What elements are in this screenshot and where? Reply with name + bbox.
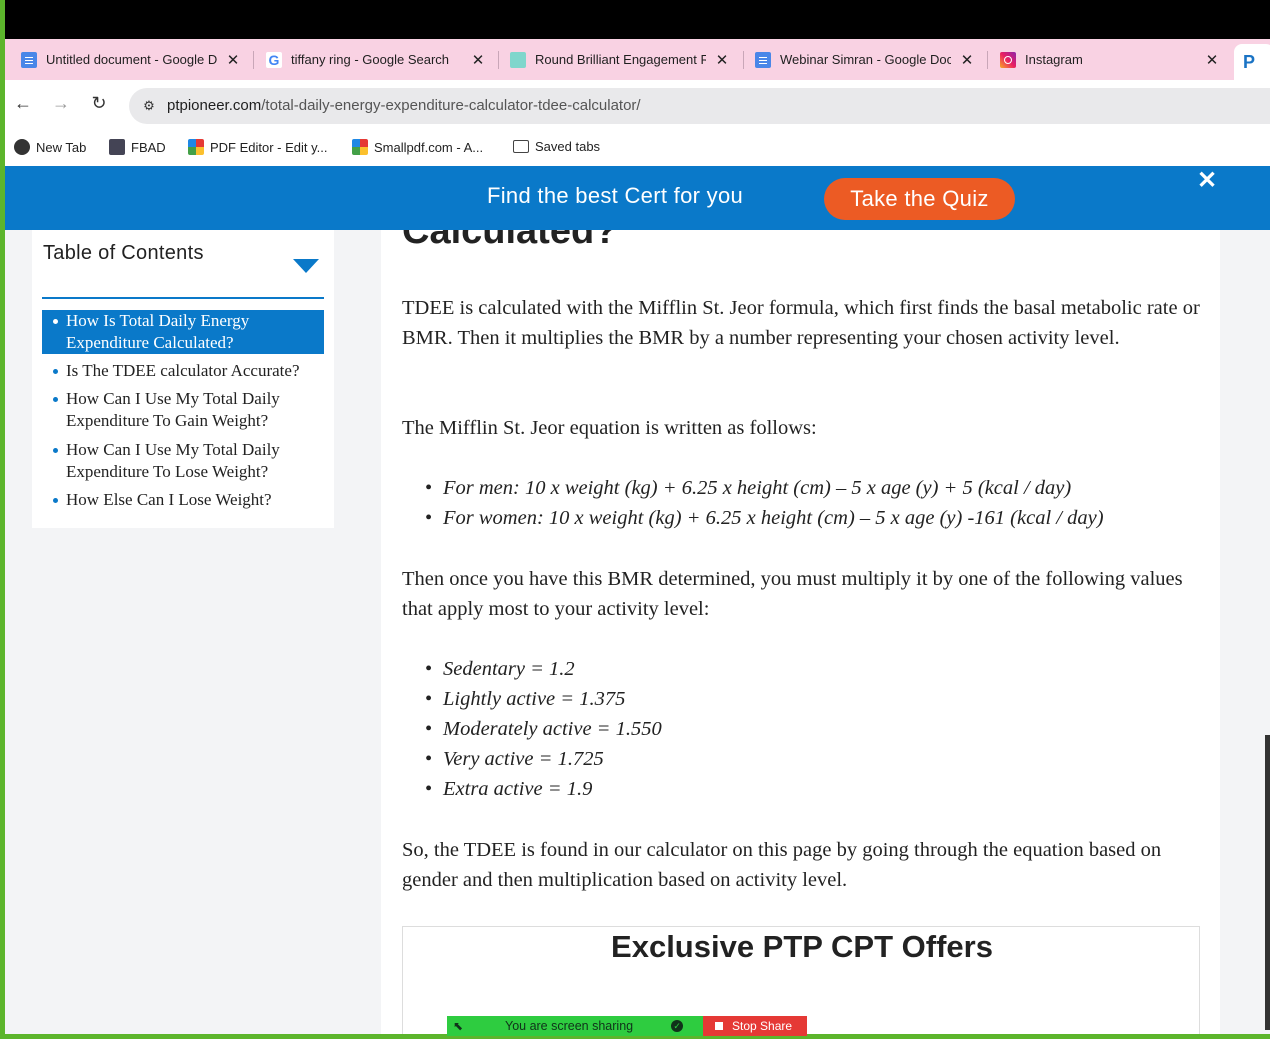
save-icon: [109, 139, 125, 155]
tab-title: Round Brilliant Engagement Ring: [535, 52, 706, 67]
toc-item-label: How Is Total Daily Energy Expenditure Ca…: [66, 311, 250, 352]
formula-list: For men: 10 x weight (kg) + 6.25 x heigh…: [425, 473, 1104, 533]
offers-title: Exclusive PTP CPT Offers: [611, 929, 993, 964]
promo-banner: Find the best Cert for you Take the Quiz…: [5, 166, 1270, 230]
stop-square-icon: [715, 1022, 723, 1030]
url-text[interactable]: ptpioneer.com/total-daily-energy-expendi…: [167, 97, 641, 114]
bookmark-label: FBAD: [131, 139, 166, 155]
shield-check-icon: ✓: [671, 1020, 684, 1032]
close-tab-icon[interactable]: ✕: [223, 51, 243, 69]
toc-item-tdee-accurate[interactable]: Is The TDEE calculator Accurate?: [42, 360, 324, 382]
tab-separator: [253, 51, 254, 69]
list-item: For women: 10 x weight (kg) + 6.25 x hei…: [425, 503, 1104, 533]
chevron-down-icon[interactable]: [293, 259, 319, 273]
bookmark-label: Saved tabs: [535, 139, 601, 154]
toc-item-gain-weight[interactable]: How Can I Use My Total Daily Expenditure…: [42, 388, 324, 432]
url-path: /total-daily-energy-expenditure-calculat…: [261, 97, 641, 114]
multicolor-icon: [352, 139, 368, 155]
globe-icon: [14, 139, 30, 155]
toc-item-lose-weight[interactable]: How Can I Use My Total Daily Expenditure…: [42, 439, 324, 483]
tab-strip: Untitled document - Google Docs ✕ G tiff…: [5, 39, 1270, 80]
bullet-icon: [53, 448, 58, 453]
paragraph: TDEE is calculated with the Mifflin St. …: [402, 297, 1200, 349]
share-status: ⬉ You are screen sharing ✓: [447, 1016, 703, 1036]
tab-title: Untitled document - Google Docs: [46, 52, 217, 67]
bookmark-saved-tabs[interactable]: Saved tabs: [513, 139, 600, 154]
close-tab-icon[interactable]: ✕: [1202, 51, 1222, 69]
tab-webinar-simran[interactable]: Webinar Simran - Google Docs ✕: [755, 39, 977, 80]
google-docs-icon: [21, 51, 37, 68]
toc-item-label: How Else Can I Lose Weight?: [66, 490, 272, 509]
tab-title: Webinar Simran - Google Docs: [780, 52, 951, 67]
article-content: Calculated? TDEE is calculated with the …: [381, 210, 1220, 1034]
tab-separator: [743, 51, 744, 69]
browser-window: Untitled document - Google Docs ✕ G tiff…: [5, 0, 1270, 1034]
back-arrow-icon[interactable]: ←: [11, 93, 35, 114]
list-item: Very active = 1.725: [425, 744, 662, 774]
bookmark-label: PDF Editor - Edit y...: [210, 139, 328, 155]
tab-untitled-document[interactable]: Untitled document - Google Docs ✕: [21, 39, 243, 80]
reload-icon[interactable]: ↻: [87, 93, 111, 114]
banner-text: Find the best Cert for you: [487, 183, 744, 208]
take-quiz-button[interactable]: Take the Quiz: [824, 178, 1015, 220]
tab-separator: [987, 51, 988, 69]
bullet-icon: [53, 498, 58, 503]
tab-round-brilliant[interactable]: Round Brilliant Engagement Ring ✕: [510, 39, 732, 80]
list-item: Sedentary = 1.2: [425, 654, 662, 684]
table-of-contents: Table of Contents How Is Total Daily Ene…: [32, 230, 334, 528]
list-item: Extra active = 1.9: [425, 774, 662, 804]
bookmark-new-tab[interactable]: New Tab: [14, 139, 86, 155]
paragraph: So, the TDEE is found in our calculator …: [402, 839, 1162, 891]
activity-list: Sedentary = 1.2 Lightly active = 1.375 M…: [425, 654, 662, 804]
bookmark-label: Smallpdf.com - A...: [374, 139, 484, 155]
toc-item-else-lose-weight[interactable]: How Else Can I Lose Weight?: [42, 489, 324, 511]
tab-title: tiffany ring - Google Search: [291, 52, 450, 67]
list-item: Moderately active = 1.550: [425, 714, 662, 744]
stop-share-label: Stop Share: [732, 1019, 793, 1033]
bullet-icon: [53, 397, 58, 402]
toc-divider: [42, 297, 324, 299]
close-tab-icon[interactable]: ✕: [957, 51, 977, 69]
toc-item-label: Is The TDEE calculator Accurate?: [66, 361, 300, 380]
paragraph: Then once you have this BMR determined, …: [402, 568, 1183, 620]
drag-arrow-icon[interactable]: ⬉: [447, 1019, 469, 1033]
toc-item-total-daily-energy[interactable]: How Is Total Daily Energy Expenditure Ca…: [42, 310, 324, 354]
bullet-icon: [53, 369, 58, 374]
close-tab-icon[interactable]: ✕: [468, 51, 488, 69]
close-tab-icon[interactable]: ✕: [712, 51, 732, 69]
tab-title: Instagram: [1025, 52, 1083, 67]
tab-google-search[interactable]: G tiffany ring - Google Search ✕: [266, 39, 488, 80]
stop-share-button[interactable]: Stop Share: [703, 1016, 807, 1036]
toc-title: Table of Contents: [43, 242, 204, 264]
google-icon: G: [266, 51, 282, 68]
forward-arrow-icon[interactable]: →: [49, 93, 73, 114]
ptpioneer-favicon-icon: P: [1243, 52, 1256, 72]
url-domain: ptpioneer.com: [167, 97, 262, 114]
google-docs-icon: [755, 51, 771, 68]
bookmark-label: New Tab: [36, 139, 87, 155]
multicolor-icon: [188, 139, 204, 155]
bookmark-fbad[interactable]: FBAD: [109, 139, 166, 155]
teal-square-icon: [510, 51, 526, 68]
bookmark-smallpdf[interactable]: Smallpdf.com - A...: [352, 139, 483, 155]
toc-item-label: How Can I Use My Total Daily Expenditure…: [66, 389, 280, 430]
folder-icon: [513, 140, 529, 153]
screen-share-bar: ⬉ You are screen sharing ✓ Stop Share: [447, 1016, 811, 1036]
web-page: Find the best Cert for you Take the Quiz…: [5, 166, 1270, 1034]
bookmark-pdf-editor[interactable]: PDF Editor - Edit y...: [188, 139, 328, 155]
toc-item-label: How Can I Use My Total Daily Expenditure…: [66, 440, 280, 481]
list-item: For men: 10 x weight (kg) + 6.25 x heigh…: [425, 473, 1104, 503]
system-top-bar: [5, 0, 1270, 39]
close-banner-icon[interactable]: ✕: [1197, 166, 1217, 195]
edge-strip: [1265, 735, 1270, 1030]
bullet-icon: [53, 319, 58, 324]
tab-separator: [498, 51, 499, 69]
instagram-icon: [1000, 51, 1016, 68]
share-status-text: You are screen sharing: [505, 1019, 634, 1033]
list-item: Lightly active = 1.375: [425, 684, 662, 714]
site-settings-icon[interactable]: ⚙: [138, 95, 160, 117]
tab-instagram[interactable]: Instagram ✕: [1000, 39, 1222, 80]
paragraph: The Mifflin St. Jeor equation is written…: [402, 417, 817, 439]
